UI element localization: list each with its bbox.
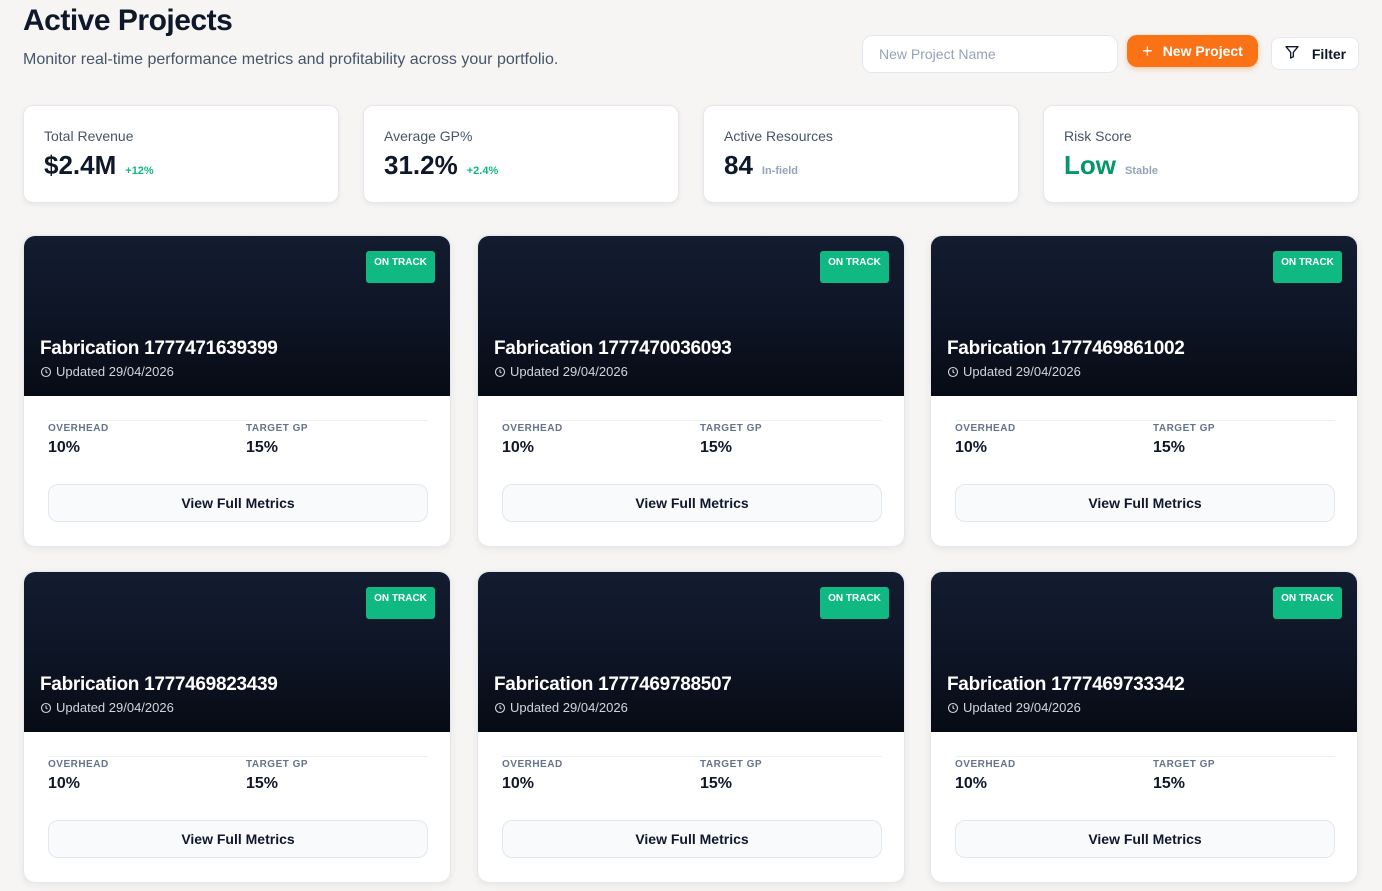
project-card: ON TRACK Fabrication 1777469733342 Updat… bbox=[930, 571, 1358, 883]
project-card: ON TRACK Fabrication 1777470036093 Updat… bbox=[477, 235, 905, 547]
overhead-label: OVERHEAD bbox=[502, 759, 563, 770]
updated-date: Updated 29/04/2026 bbox=[510, 700, 628, 715]
clock-icon bbox=[494, 366, 506, 378]
updated-date: Updated 29/04/2026 bbox=[963, 700, 1081, 715]
target-gp-label: TARGET GP bbox=[700, 423, 763, 434]
clock-icon bbox=[494, 702, 506, 714]
stat-note: In-field bbox=[761, 165, 798, 177]
project-card-header: ON TRACK Fabrication 1777469823439 Updat… bbox=[24, 572, 450, 732]
project-metrics: OVERHEAD 10% TARGET GP 15% bbox=[502, 420, 882, 456]
updated-date: Updated 29/04/2026 bbox=[510, 364, 628, 379]
overhead-value: 10% bbox=[955, 775, 988, 792]
updated-date: Updated 29/04/2026 bbox=[56, 364, 174, 379]
stat-card-risk-score: Risk Score Low Stable bbox=[1043, 105, 1359, 203]
updated-date: Updated 29/04/2026 bbox=[56, 700, 174, 715]
overhead-value: 10% bbox=[955, 439, 988, 456]
overhead-label: OVERHEAD bbox=[48, 423, 109, 434]
status-badge: ON TRACK bbox=[366, 251, 435, 283]
project-card: ON TRACK Fabrication 1777469823439 Updat… bbox=[23, 571, 451, 883]
view-full-metrics-button[interactable]: View Full Metrics bbox=[502, 820, 882, 858]
overhead-value: 10% bbox=[48, 775, 81, 792]
new-project-button-label: New Project bbox=[1162, 43, 1243, 59]
project-metrics: OVERHEAD 10% TARGET GP 15% bbox=[48, 756, 428, 792]
project-name: Fabrication 1777471639399 bbox=[40, 338, 278, 359]
new-project-button[interactable]: + New Project bbox=[1127, 35, 1258, 67]
stat-label: Risk Score bbox=[1064, 128, 1132, 144]
stat-card-average-gp: Average GP% 31.2% +2.4% bbox=[363, 105, 679, 203]
clock-icon bbox=[947, 702, 959, 714]
status-badge: ON TRACK bbox=[820, 587, 889, 619]
overhead-label: OVERHEAD bbox=[955, 423, 1016, 434]
overhead-label: OVERHEAD bbox=[48, 759, 109, 770]
clock-icon bbox=[947, 366, 959, 378]
target-gp-value: 15% bbox=[246, 775, 279, 792]
project-card-header: ON TRACK Fabrication 1777469733342 Updat… bbox=[931, 572, 1357, 732]
target-gp-label: TARGET GP bbox=[1153, 423, 1216, 434]
target-gp-label: TARGET GP bbox=[700, 759, 763, 770]
filter-button-label: Filter bbox=[1311, 45, 1347, 62]
status-badge: ON TRACK bbox=[820, 251, 889, 283]
project-metrics: OVERHEAD 10% TARGET GP 15% bbox=[48, 420, 428, 456]
stat-label: Total Revenue bbox=[44, 128, 134, 144]
overhead-value: 10% bbox=[48, 439, 81, 456]
new-project-name-input[interactable] bbox=[862, 35, 1118, 73]
project-card: ON TRACK Fabrication 1777469788507 Updat… bbox=[477, 571, 905, 883]
stat-note: Stable bbox=[1125, 165, 1159, 177]
status-badge: ON TRACK bbox=[366, 587, 435, 619]
target-gp-label: TARGET GP bbox=[1153, 759, 1216, 770]
project-card-header: ON TRACK Fabrication 1777469861002 Updat… bbox=[931, 236, 1357, 396]
project-name: Fabrication 1777469733342 bbox=[947, 674, 1185, 695]
status-badge: ON TRACK bbox=[1273, 587, 1342, 619]
project-name: Fabrication 1777470036093 bbox=[494, 338, 732, 359]
project-name: Fabrication 1777469788507 bbox=[494, 674, 732, 695]
overhead-value: 10% bbox=[502, 775, 535, 792]
overhead-label: OVERHEAD bbox=[955, 759, 1016, 770]
updated-date: Updated 29/04/2026 bbox=[963, 364, 1081, 379]
overhead-label: OVERHEAD bbox=[502, 423, 563, 434]
target-gp-value: 15% bbox=[1153, 775, 1186, 792]
plus-icon: + bbox=[1142, 41, 1153, 61]
stat-label: Active Resources bbox=[724, 128, 833, 144]
project-metrics: OVERHEAD 10% TARGET GP 15% bbox=[955, 420, 1335, 456]
project-card: ON TRACK Fabrication 1777471639399 Updat… bbox=[23, 235, 451, 547]
overhead-value: 10% bbox=[502, 439, 535, 456]
clock-icon bbox=[40, 366, 52, 378]
view-full-metrics-button[interactable]: View Full Metrics bbox=[502, 484, 882, 522]
project-metrics: OVERHEAD 10% TARGET GP 15% bbox=[955, 756, 1335, 792]
stat-card-active-resources: Active Resources 84 In-field bbox=[703, 105, 1019, 203]
project-card-header: ON TRACK Fabrication 1777471639399 Updat… bbox=[24, 236, 450, 396]
target-gp-label: TARGET GP bbox=[246, 759, 309, 770]
stat-label: Average GP% bbox=[384, 128, 473, 144]
project-name: Fabrication 1777469823439 bbox=[40, 674, 278, 695]
target-gp-value: 15% bbox=[1153, 439, 1186, 456]
project-metrics: OVERHEAD 10% TARGET GP 15% bbox=[502, 756, 882, 792]
view-full-metrics-button[interactable]: View Full Metrics bbox=[48, 820, 428, 858]
status-badge: ON TRACK bbox=[1273, 251, 1342, 283]
target-gp-value: 15% bbox=[246, 439, 279, 456]
view-full-metrics-button[interactable]: View Full Metrics bbox=[955, 820, 1335, 858]
view-full-metrics-button[interactable]: View Full Metrics bbox=[48, 484, 428, 522]
stat-value: 31.2% bbox=[384, 150, 458, 180]
page-title: Active Projects bbox=[23, 4, 233, 37]
stat-value: Low bbox=[1064, 150, 1116, 180]
filter-icon bbox=[1284, 44, 1300, 63]
project-card: ON TRACK Fabrication 1777469861002 Updat… bbox=[930, 235, 1358, 547]
filter-button[interactable]: Filter bbox=[1271, 37, 1359, 70]
active-projects-page: Active Projects Monitor real-time perfor… bbox=[0, 0, 1382, 891]
stat-delta: +12% bbox=[125, 165, 154, 177]
clock-icon bbox=[40, 702, 52, 714]
project-name: Fabrication 1777469861002 bbox=[947, 338, 1185, 359]
stat-value: $2.4M bbox=[44, 150, 117, 180]
stat-card-total-revenue: Total Revenue $2.4M +12% bbox=[23, 105, 339, 203]
target-gp-value: 15% bbox=[700, 775, 733, 792]
project-card-header: ON TRACK Fabrication 1777470036093 Updat… bbox=[478, 236, 904, 396]
target-gp-label: TARGET GP bbox=[246, 423, 309, 434]
target-gp-value: 15% bbox=[700, 439, 733, 456]
stat-delta: +2.4% bbox=[466, 165, 499, 177]
stat-value: 84 bbox=[724, 150, 753, 180]
page-subtitle: Monitor real-time performance metrics an… bbox=[23, 51, 559, 68]
view-full-metrics-button[interactable]: View Full Metrics bbox=[955, 484, 1335, 522]
project-card-header: ON TRACK Fabrication 1777469788507 Updat… bbox=[478, 572, 904, 732]
